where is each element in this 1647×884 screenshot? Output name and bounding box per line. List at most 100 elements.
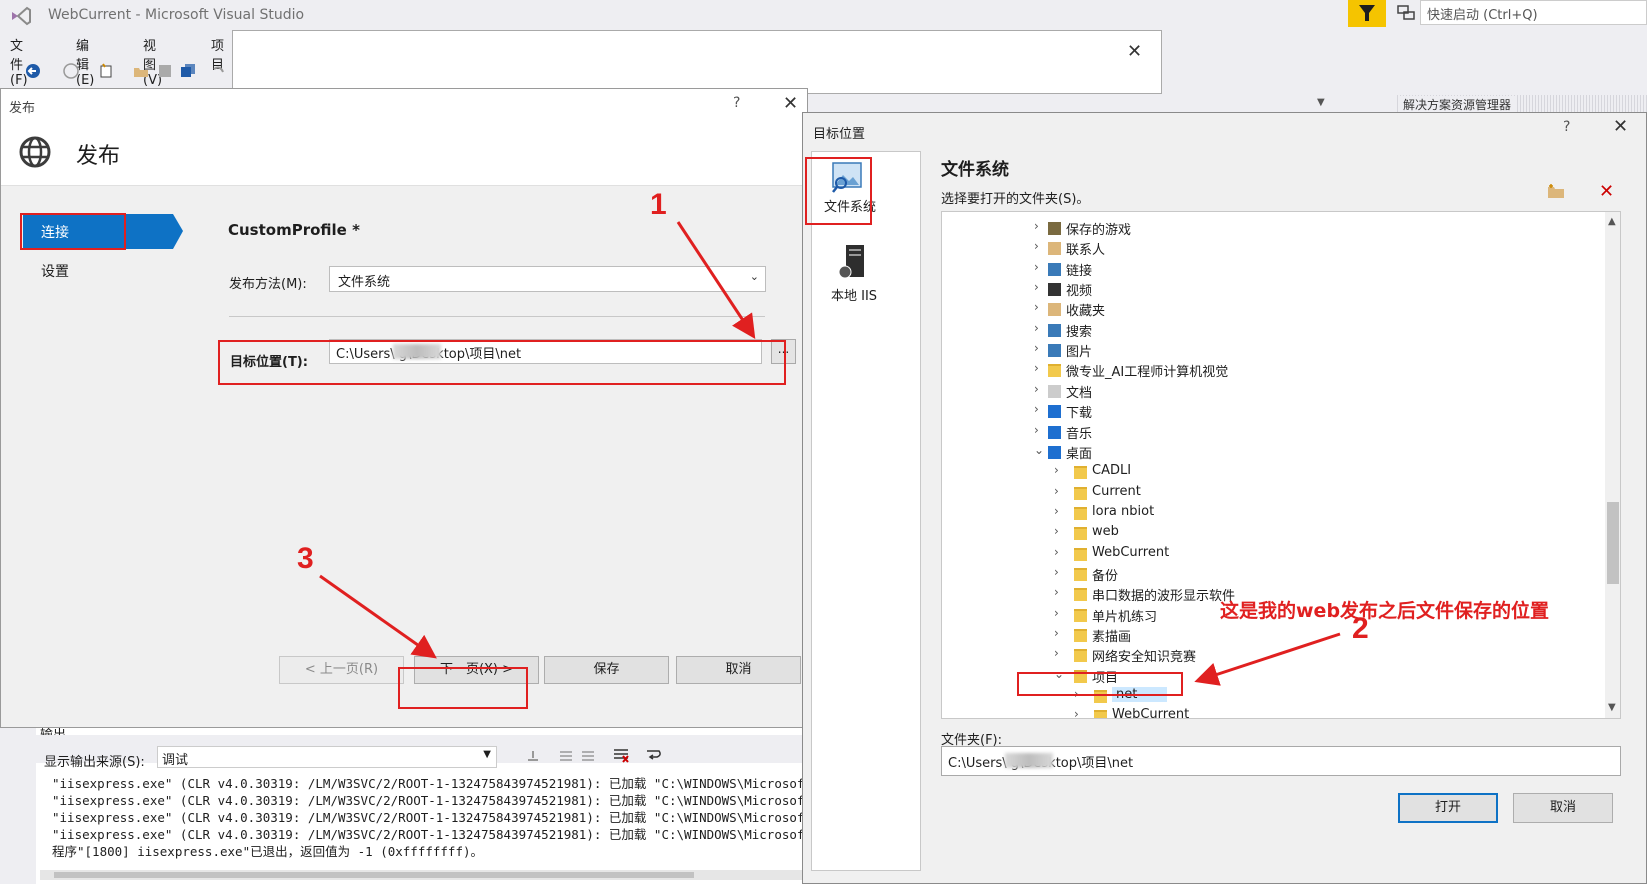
chevron-right-icon[interactable]: › bbox=[1054, 626, 1066, 640]
tree-item-label: 图片 bbox=[1066, 345, 1093, 361]
toolbar bbox=[0, 58, 240, 86]
back-icon[interactable] bbox=[25, 63, 41, 79]
dropdown-arrow-icon[interactable]: ▼ bbox=[1317, 97, 1325, 108]
scroll-down-icon[interactable]: ▼ bbox=[1608, 702, 1616, 713]
tree-item[interactable]: › 搜索 bbox=[1034, 321, 1594, 341]
chevron-right-icon[interactable]: › bbox=[1054, 565, 1066, 579]
tree-item[interactable]: ⌄ 桌面 bbox=[1034, 443, 1594, 463]
local-iis-label: 本地 IIS bbox=[831, 289, 878, 304]
location-local-iis[interactable]: 本地 IIS bbox=[812, 234, 920, 309]
folder-icon bbox=[1094, 710, 1107, 718]
tree-item[interactable]: › WebCurrent bbox=[1054, 545, 1614, 565]
chevron-right-icon[interactable]: › bbox=[1034, 280, 1046, 294]
prev-message-icon[interactable] bbox=[558, 748, 574, 764]
tree-item[interactable]: › 音乐 bbox=[1034, 423, 1594, 443]
publish-banner: 发布 bbox=[1, 120, 807, 186]
output-source-value: 调试 bbox=[162, 753, 189, 768]
tree-item[interactable]: › Current bbox=[1054, 484, 1614, 504]
tree-item[interactable]: › 文档 bbox=[1034, 382, 1594, 402]
tree-item-label: 联系人 bbox=[1066, 243, 1106, 259]
chevron-right-icon[interactable]: › bbox=[1054, 646, 1066, 660]
folder-tree[interactable]: › 保存的游戏 › 联系人 › 链接 › 视频 › 收藏夹 › 搜索 › 图片 › 微专业_AI工程师计算机视… bbox=[941, 211, 1621, 719]
chevron-right-icon[interactable]: › bbox=[1034, 321, 1046, 335]
chevron-right-icon[interactable]: › bbox=[1034, 260, 1046, 274]
help-button[interactable]: ? bbox=[733, 95, 740, 111]
chevron-right-icon[interactable]: › bbox=[1054, 585, 1066, 599]
tree-item[interactable]: › 链接 bbox=[1034, 260, 1594, 280]
forward-icon[interactable] bbox=[63, 63, 79, 79]
tree-item[interactable]: › 下载 bbox=[1034, 402, 1594, 422]
output-source-select[interactable]: 调试 ▼ bbox=[157, 746, 497, 768]
quick-launch-input[interactable]: 快速启动 (Ctrl+Q) bbox=[1420, 0, 1647, 25]
feedback-filter-icon[interactable] bbox=[1348, 0, 1386, 27]
chevron-right-icon[interactable]: › bbox=[1054, 463, 1066, 477]
folder-icon bbox=[1048, 283, 1061, 297]
tree-item[interactable]: › CADLI bbox=[1054, 463, 1614, 483]
chevron-right-icon[interactable]: › bbox=[1074, 707, 1086, 718]
new-project-icon[interactable] bbox=[98, 63, 114, 79]
chevron-right-icon[interactable]: › bbox=[1054, 545, 1066, 559]
chevron-right-icon[interactable]: › bbox=[1034, 341, 1046, 355]
tree-item[interactable]: › 网络安全知识竞赛 bbox=[1054, 646, 1614, 666]
tree-item[interactable]: › 图片 bbox=[1034, 341, 1594, 361]
save-button[interactable]: 保存 bbox=[544, 656, 669, 684]
chevron-right-icon[interactable]: › bbox=[1034, 239, 1046, 253]
delete-icon[interactable]: ✕ bbox=[1599, 181, 1614, 202]
nav-settings[interactable]: 设置 bbox=[41, 261, 69, 281]
chevron-down-icon[interactable]: ⌄ bbox=[1034, 443, 1046, 457]
tree-item[interactable]: › lora nbiot bbox=[1054, 504, 1614, 524]
tree-item[interactable]: › WebCurrent bbox=[1074, 707, 1620, 718]
save-icon[interactable] bbox=[157, 63, 173, 79]
close-button[interactable]: ✕ bbox=[783, 93, 798, 114]
cancel-button[interactable]: 取消 bbox=[1513, 793, 1613, 823]
folder-icon bbox=[1074, 629, 1087, 642]
horizontal-scrollbar[interactable] bbox=[40, 870, 806, 880]
next-message-icon[interactable] bbox=[580, 748, 596, 764]
tree-item[interactable]: › 保存的游戏 bbox=[1034, 219, 1594, 239]
chevron-right-icon[interactable]: › bbox=[1054, 504, 1066, 518]
chevron-right-icon[interactable]: › bbox=[1034, 423, 1046, 437]
chevron-right-icon[interactable]: › bbox=[1054, 524, 1066, 538]
scroll-up-icon[interactable]: ▲ bbox=[1608, 216, 1616, 227]
word-wrap-icon[interactable] bbox=[645, 746, 663, 764]
previous-button[interactable]: < 上一页(R) bbox=[279, 656, 404, 684]
tree-item[interactable]: › web bbox=[1054, 524, 1614, 544]
chevron-right-icon[interactable]: › bbox=[1034, 219, 1046, 233]
tree-item[interactable]: › 素描画 bbox=[1054, 626, 1614, 646]
undo-icon[interactable] bbox=[210, 63, 226, 79]
folder-icon bbox=[1048, 384, 1061, 398]
chevron-right-icon[interactable]: › bbox=[1034, 361, 1046, 375]
cancel-button[interactable]: 取消 bbox=[676, 656, 801, 684]
chevron-right-icon[interactable]: › bbox=[1054, 606, 1066, 620]
publish-method-select[interactable]: 文件系统 ⌄ bbox=[329, 266, 766, 292]
chevron-right-icon[interactable]: › bbox=[1054, 484, 1066, 498]
tree-item-label: 视频 bbox=[1066, 284, 1093, 300]
notification-icon[interactable] bbox=[1396, 4, 1416, 22]
open-file-icon[interactable] bbox=[133, 63, 149, 79]
visual-studio-icon bbox=[12, 6, 31, 26]
publish-method-label: 发布方法(M): bbox=[229, 277, 307, 292]
tree-item[interactable]: › 备份 bbox=[1054, 565, 1614, 585]
open-button[interactable]: 打开 bbox=[1398, 793, 1498, 823]
chevron-right-icon[interactable]: › bbox=[1034, 402, 1046, 416]
chevron-right-icon[interactable]: › bbox=[1034, 300, 1046, 314]
folder-icon bbox=[1048, 405, 1061, 419]
folder-icon bbox=[1074, 547, 1087, 561]
scrollbar-thumb[interactable] bbox=[1607, 502, 1619, 584]
save-all-icon[interactable] bbox=[180, 63, 196, 79]
find-in-output-icon[interactable] bbox=[525, 748, 541, 764]
folder-prompt: 选择要打开的文件夹(S)。 bbox=[941, 192, 1090, 207]
new-folder-icon[interactable] bbox=[1547, 183, 1565, 199]
close-icon[interactable]: ✕ bbox=[1127, 41, 1142, 62]
chevron-right-icon[interactable]: › bbox=[1034, 382, 1046, 396]
tree-item[interactable]: › 联系人 bbox=[1034, 239, 1594, 259]
help-button[interactable]: ? bbox=[1563, 119, 1570, 135]
close-button[interactable]: ✕ bbox=[1613, 116, 1628, 137]
scrollbar-thumb[interactable] bbox=[54, 872, 694, 878]
chevron-down-icon: ▼ bbox=[483, 749, 491, 760]
clear-all-icon[interactable] bbox=[612, 746, 630, 764]
tree-item[interactable]: › 收藏夹 bbox=[1034, 300, 1594, 320]
tree-item[interactable]: › 微专业_AI工程师计算机视觉 bbox=[1034, 361, 1594, 381]
vertical-scrollbar[interactable]: ▲ ▼ bbox=[1605, 212, 1620, 718]
tree-item[interactable]: › 视频 bbox=[1034, 280, 1594, 300]
